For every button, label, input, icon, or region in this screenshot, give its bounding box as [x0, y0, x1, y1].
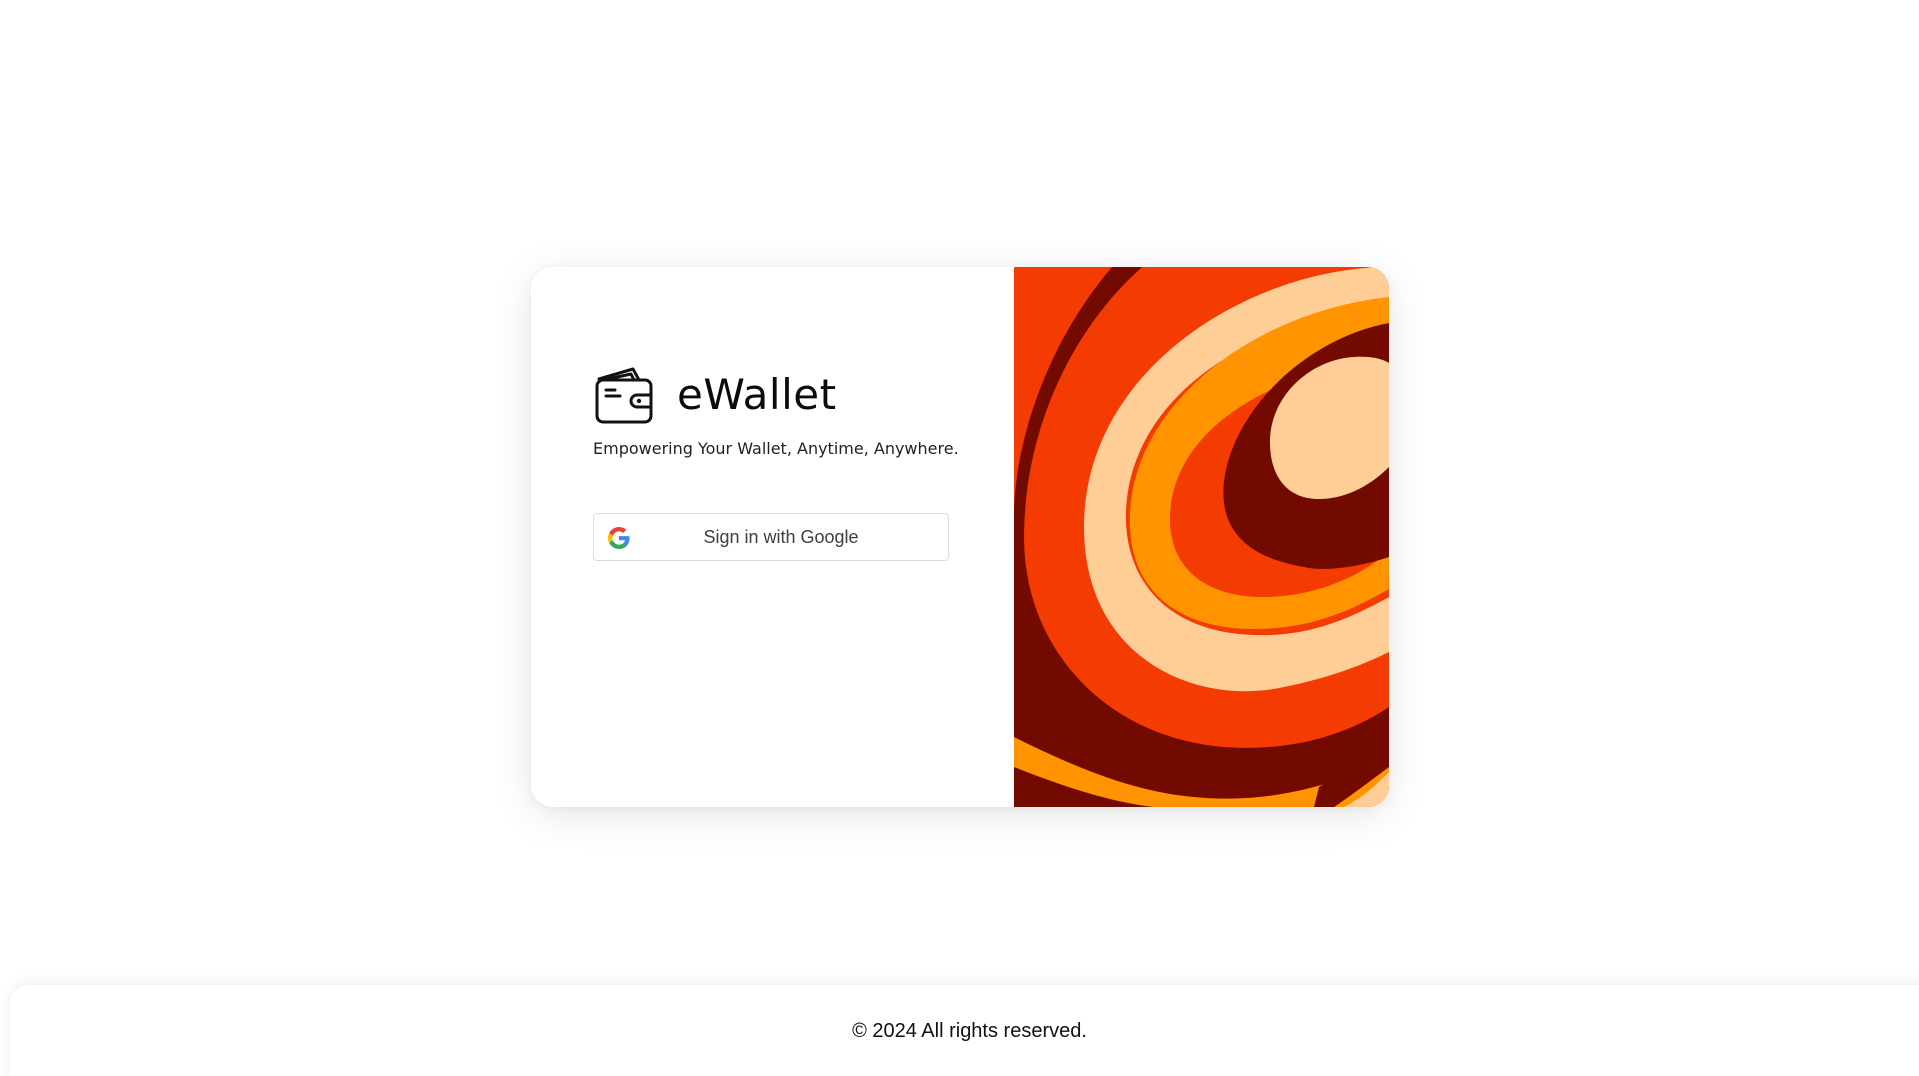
login-panel: eWallet Empowering Your Wallet, Anytime,…	[531, 267, 1014, 807]
tagline: Empowering Your Wallet, Anytime, Anywher…	[593, 439, 959, 458]
wallet-icon	[595, 367, 653, 424]
google-signin-button[interactable]: Sign in with Google	[593, 513, 949, 561]
footer: © 2024 All rights reserved.	[10, 985, 1919, 1076]
decorative-swirl-art	[1014, 267, 1389, 807]
login-card: eWallet Empowering Your Wallet, Anytime,…	[531, 267, 1389, 807]
google-g-icon	[608, 527, 630, 549]
copyright-text: © 2024 All rights reserved.	[852, 1020, 1087, 1042]
swirl-art-graphic	[1014, 267, 1389, 807]
app-title: eWallet	[677, 370, 837, 419]
brand-header: eWallet	[593, 365, 837, 425]
google-signin-label: Sign in with Google	[703, 526, 859, 547]
page: eWallet Empowering Your Wallet, Anytime,…	[0, 0, 1919, 1076]
